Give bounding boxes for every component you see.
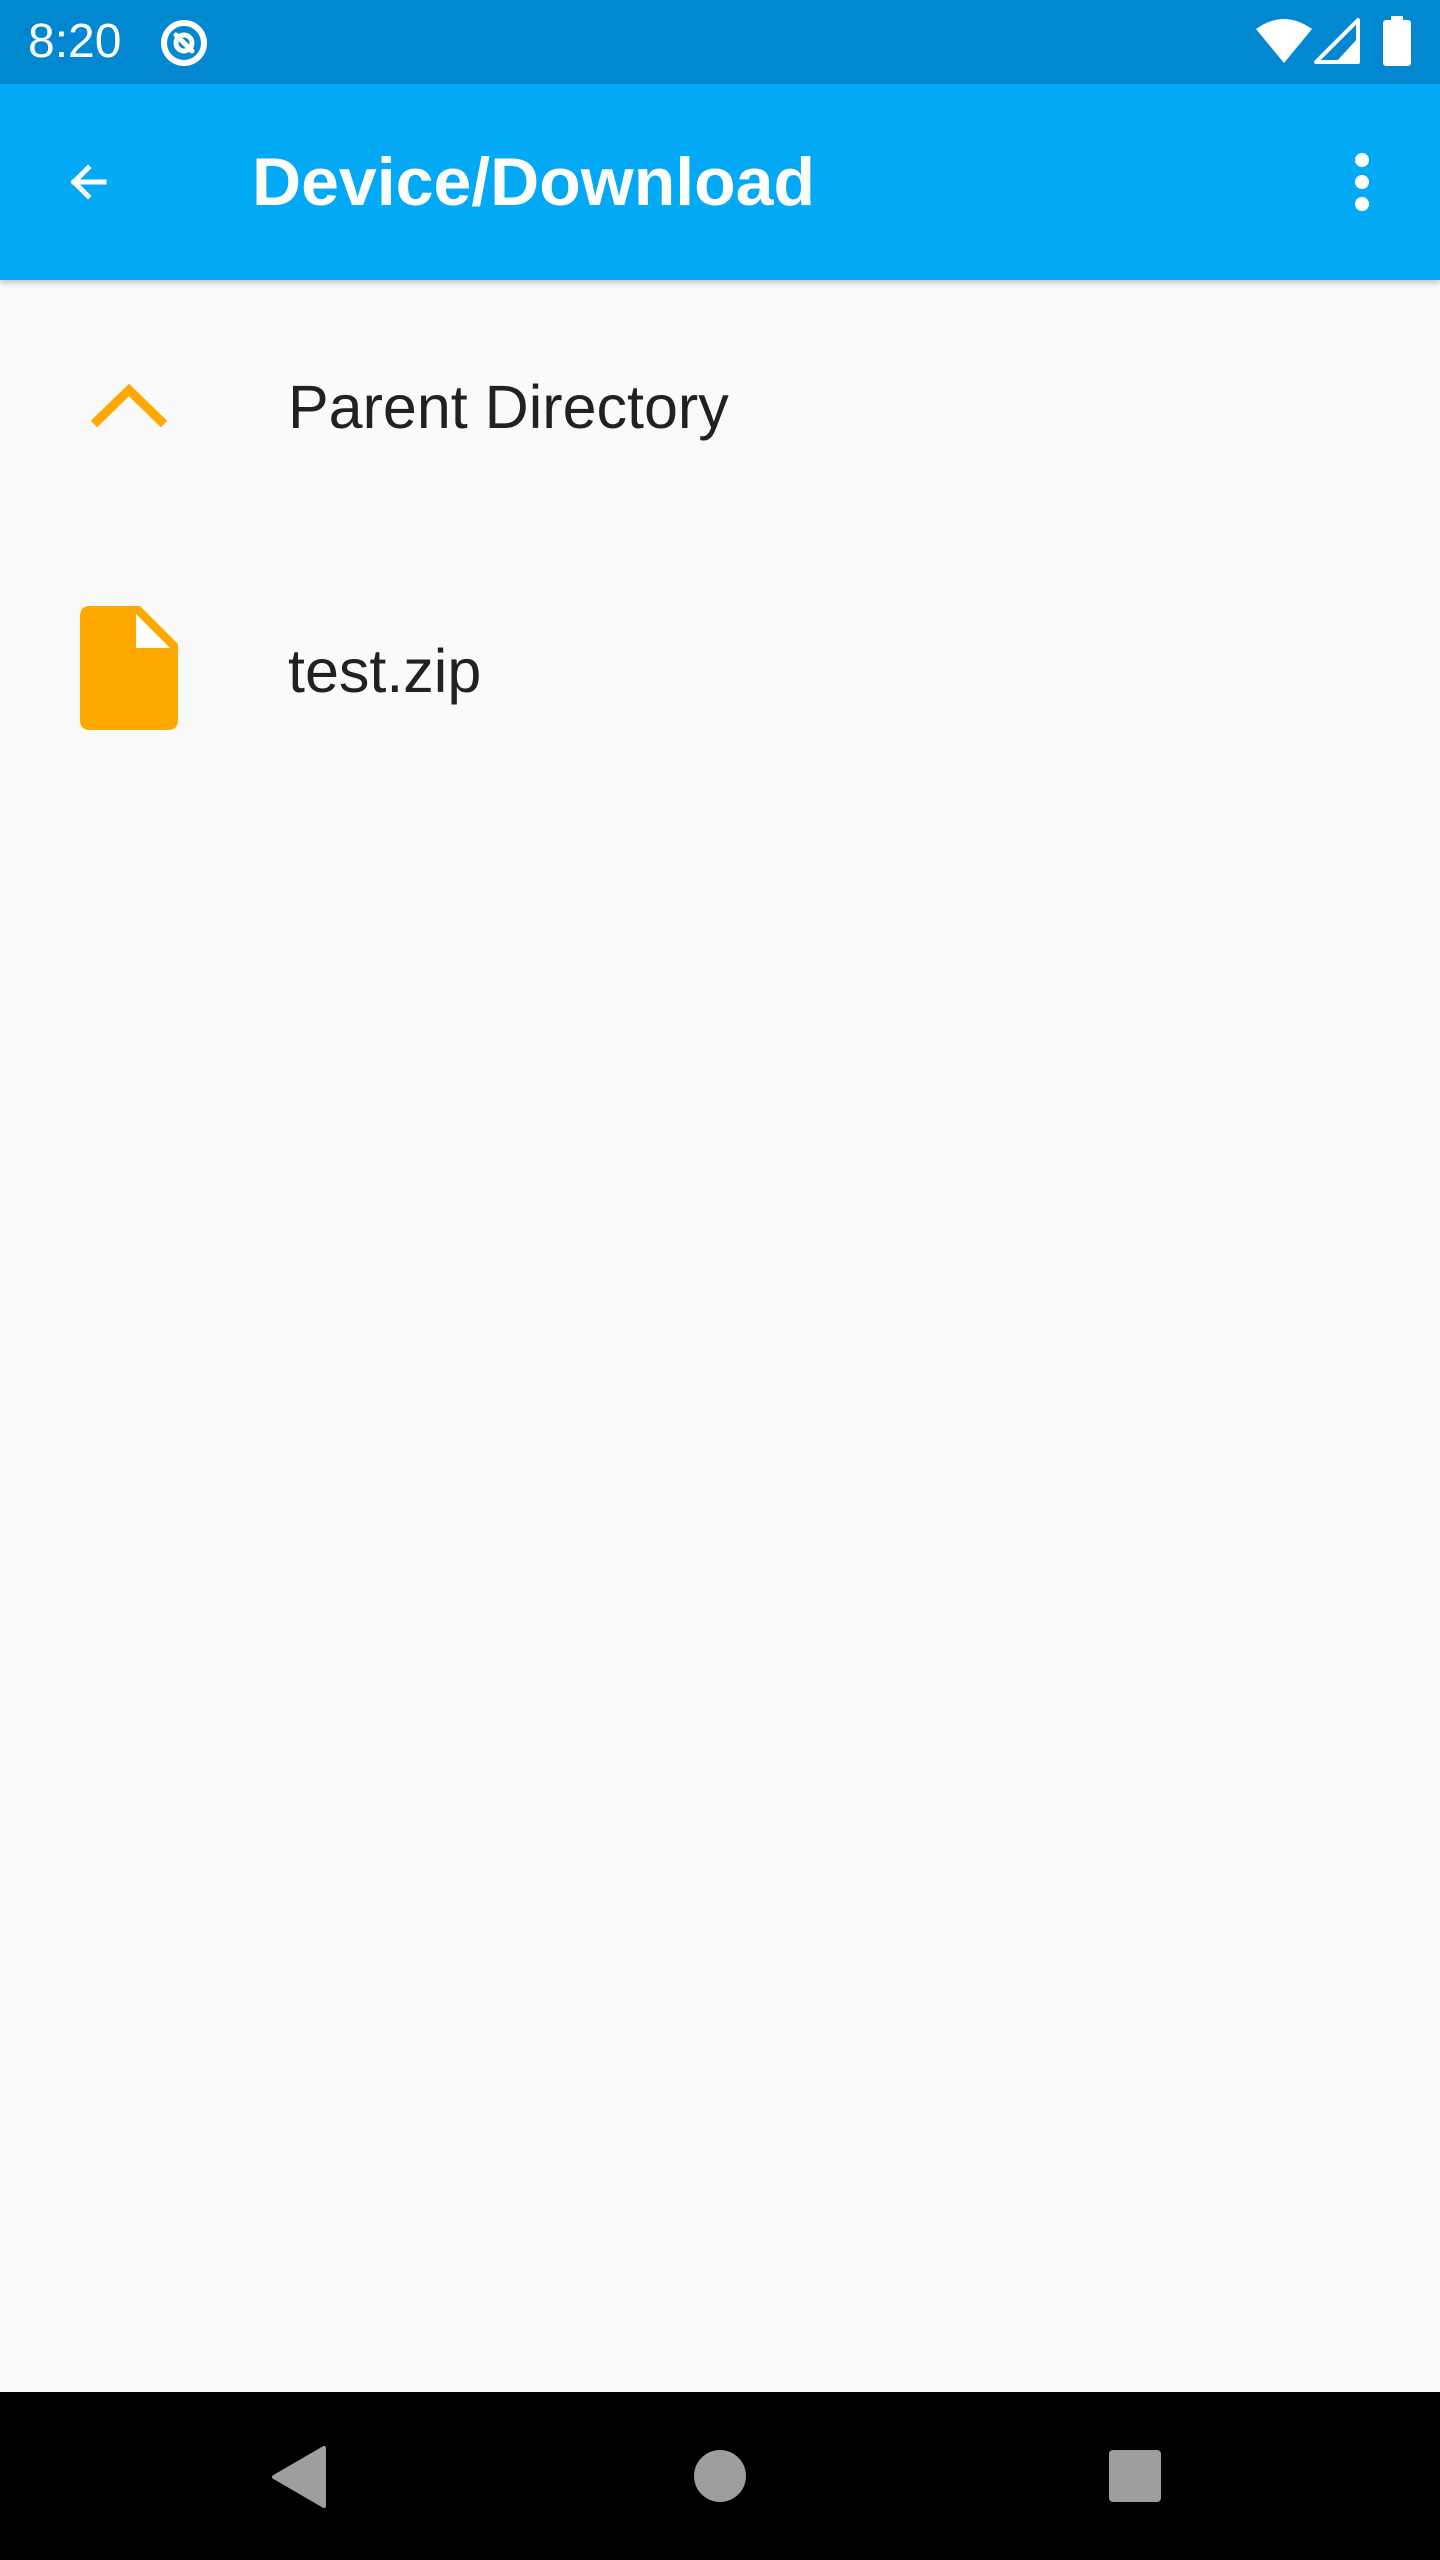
status-bar: 8:20 <box>0 0 1440 84</box>
chevron-up-icon <box>90 383 168 428</box>
recents-square-icon <box>1109 2450 1161 2502</box>
list-item-parent-directory[interactable]: Parent Directory <box>0 280 1440 540</box>
nav-recents-button[interactable] <box>1074 2416 1194 2536</box>
cellular-signal-icon <box>1314 18 1360 64</box>
home-circle-icon <box>694 2450 746 2502</box>
overflow-menu-button[interactable] <box>1314 134 1410 230</box>
arrow-back-icon <box>70 164 107 200</box>
battery-icon <box>1383 16 1411 66</box>
back-button[interactable] <box>40 134 136 230</box>
nav-home-button[interactable] <box>660 2416 780 2536</box>
app-bar: Device/Download <box>0 84 1440 280</box>
data-saver-icon <box>161 20 207 66</box>
nav-back-button[interactable] <box>240 2416 360 2536</box>
back-triangle-icon <box>272 2446 326 2508</box>
list-item-label: test.zip <box>288 637 482 705</box>
wifi-icon <box>1256 19 1312 63</box>
more-vert-icon <box>1355 153 1369 211</box>
list-item-file[interactable]: test.zip <box>0 540 1440 800</box>
navigation-bar <box>0 2392 1440 2560</box>
page-title: Device/Download <box>252 144 816 220</box>
file-icon <box>80 606 178 730</box>
status-time: 8:20 <box>28 15 122 68</box>
list-item-label: Parent Directory <box>288 373 729 441</box>
